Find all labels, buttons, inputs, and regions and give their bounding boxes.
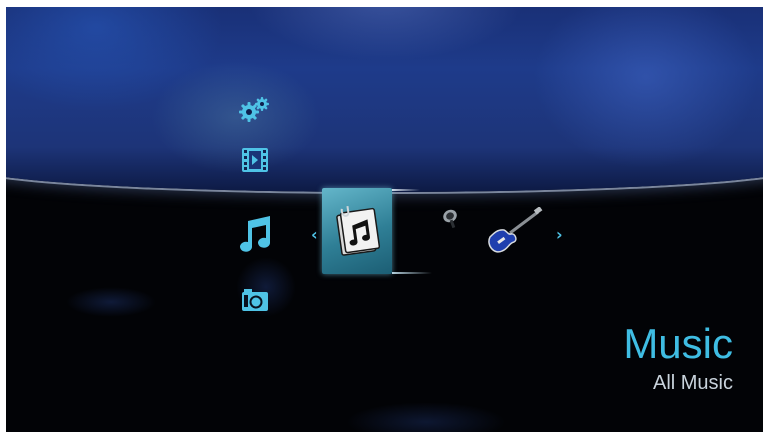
background-glow [66, 287, 156, 317]
camera-icon[interactable] [241, 288, 269, 312]
selection-highlight [392, 189, 420, 191]
guitar-icon[interactable] [484, 207, 544, 257]
selected-tile-all-music[interactable] [322, 188, 392, 274]
category-subtitle: All Music [652, 372, 733, 394]
film-icon[interactable] [241, 147, 269, 173]
next-arrow[interactable]: › [556, 227, 563, 243]
category-title: Music [623, 320, 733, 367]
media-player-screen: ‹ › Music All Music [6, 7, 763, 432]
music-folder-icon [336, 205, 381, 256]
background-glow [346, 402, 506, 432]
previous-arrow[interactable]: ‹ [311, 227, 318, 243]
selection-underline [392, 272, 432, 274]
microphone-icon[interactable] [440, 207, 460, 229]
music-note-icon[interactable] [239, 215, 275, 253]
background-sky [6, 7, 763, 192]
gear-icon[interactable] [239, 95, 271, 123]
